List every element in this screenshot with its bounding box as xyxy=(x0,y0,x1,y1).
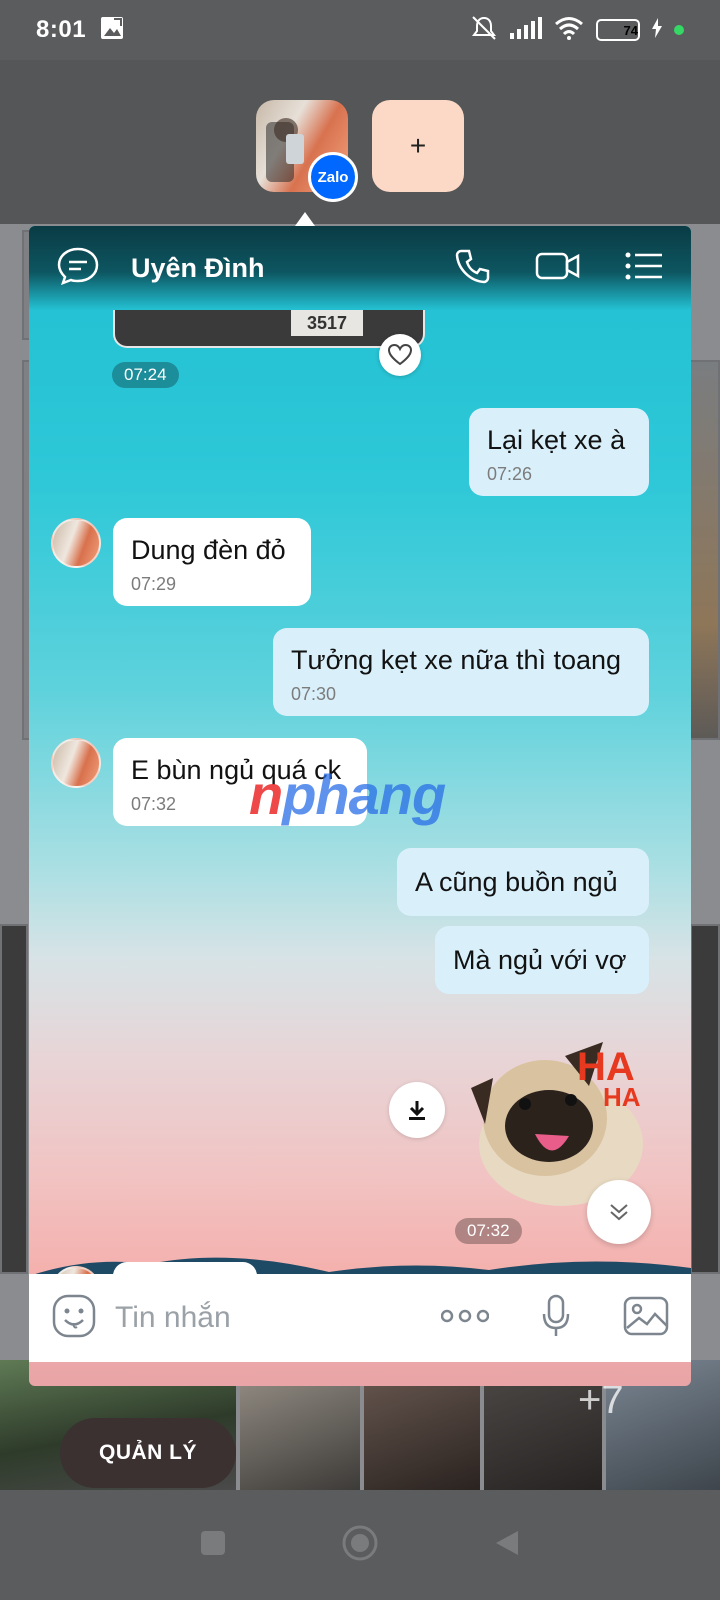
photo-timestamp: 07:24 xyxy=(112,362,179,388)
more-options-icon[interactable] xyxy=(440,1308,490,1329)
chat-list-icon[interactable] xyxy=(57,247,99,290)
message-time: 07:29 xyxy=(131,574,177,594)
message-time: 07:26 xyxy=(487,464,533,484)
contact-name[interactable]: Uyên Đình xyxy=(131,253,265,284)
pug-laughing-sticker[interactable]: HA HA xyxy=(465,1026,655,1206)
home-button-icon[interactable] xyxy=(342,1525,378,1566)
contact-avatar[interactable] xyxy=(51,738,101,788)
message-bubble-outgoing[interactable]: Tưởng kẹt xe nữa thì toang 07:30 xyxy=(273,628,649,716)
status-bar: 8:01 74 xyxy=(0,0,720,60)
wifi-icon xyxy=(554,16,584,45)
message-text: A cũng buồn ngủ xyxy=(415,867,618,897)
double-chevron-down-icon xyxy=(610,1204,628,1221)
watermark-logo: nphang xyxy=(249,763,446,826)
chat-window: 3517 07:24 Lại kẹt xe à 07:26 Dung đèn đ… xyxy=(29,226,691,1386)
message-text: Tưởng kẹt xe nữa thì toang xyxy=(291,645,622,675)
status-time: 8:01 xyxy=(36,16,87,43)
manage-button[interactable]: QUẢN LÝ xyxy=(60,1418,236,1488)
contact-avatar[interactable] xyxy=(51,518,101,568)
microphone-icon[interactable] xyxy=(541,1294,571,1343)
options-menu-icon[interactable] xyxy=(625,251,663,286)
download-icon xyxy=(409,1101,425,1120)
message-bubble-outgoing[interactable]: Mà ngủ với vợ xyxy=(435,926,649,994)
license-plate-text: 3517 xyxy=(291,310,363,336)
message-bubble-incoming[interactable]: Dung đèn đỏ 07:29 xyxy=(113,518,311,606)
background-header xyxy=(0,60,720,224)
sticker-caption: HA xyxy=(603,1082,641,1112)
message-composer: Tin nhắn xyxy=(29,1274,691,1362)
video-call-icon[interactable] xyxy=(535,250,581,287)
message-text: Lại kẹt xe à xyxy=(487,425,626,455)
back-button-icon[interactable] xyxy=(494,1529,520,1562)
heart-icon xyxy=(388,344,412,366)
message-text: Dung đèn đỏ xyxy=(131,535,286,565)
privacy-indicator-dot xyxy=(674,25,684,35)
chat-header: Uyên Đình xyxy=(29,226,691,310)
download-sticker-button[interactable] xyxy=(389,1082,445,1138)
image-gallery-icon[interactable] xyxy=(623,1296,669,1341)
message-bubble-outgoing[interactable]: A cũng buồn ngủ xyxy=(397,848,649,916)
scroll-to-bottom-button[interactable] xyxy=(587,1180,651,1244)
signal-icon xyxy=(510,16,542,44)
message-time: 07:30 xyxy=(291,684,337,704)
bubble-pointer xyxy=(295,212,315,226)
sticker-timestamp: 07:32 xyxy=(455,1218,522,1244)
background-card xyxy=(690,924,720,1274)
message-bubble-outgoing[interactable]: Lại kẹt xe à 07:26 xyxy=(469,408,649,496)
system-navigation-bar xyxy=(0,1490,720,1600)
battery-level: 74 xyxy=(623,22,638,38)
add-bubble-button[interactable]: + xyxy=(372,100,464,192)
battery-icon: 74 xyxy=(596,19,640,41)
background-card xyxy=(0,924,28,1274)
image-notification-icon xyxy=(100,16,124,45)
charging-icon xyxy=(652,17,662,43)
phone-call-icon[interactable] xyxy=(455,248,491,289)
zalo-app-badge: Zalo xyxy=(308,152,358,202)
emoji-sticker-icon[interactable] xyxy=(51,1293,97,1344)
recents-button-icon[interactable] xyxy=(200,1530,226,1561)
react-heart-button[interactable] xyxy=(379,334,421,376)
received-photo[interactable]: 3517 xyxy=(113,310,425,348)
message-input[interactable]: Tin nhắn xyxy=(115,1301,231,1335)
message-text: Mà ngủ với vợ xyxy=(453,945,627,975)
mute-icon xyxy=(470,15,498,46)
